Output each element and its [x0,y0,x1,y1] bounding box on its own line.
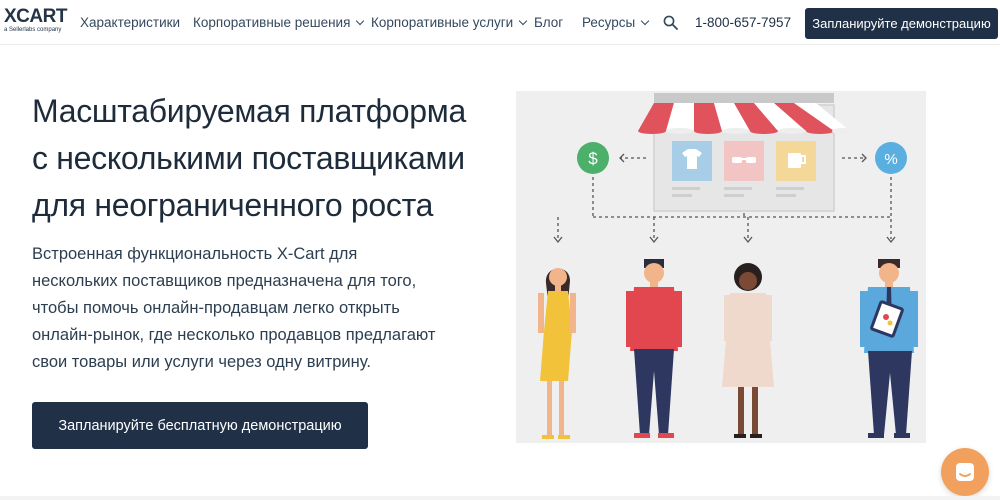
search-icon[interactable] [663,15,678,30]
xcart-logo[interactable]: XCART a Sellerlabs company [4,6,67,38]
hero-description-line: чтобы помочь онлайн-продавцам легко откр… [32,299,400,317]
man-red-sweater-figure [626,259,682,438]
schedule-free-demo-button[interactable]: Запланируйте бесплатную демонстрацию [32,402,368,449]
nav-item-label: Ресурсы [582,15,636,30]
nav-item-blog[interactable]: Блог [534,15,563,30]
hero-description-line: свои товары или услуги через одну витрин… [32,353,371,371]
nav-item-label: Корпоративные услуги [371,15,514,30]
sunglasses-product-icon [724,141,764,181]
chevron-down-icon [356,16,365,26]
logo-subtitle: a Sellerlabs company [4,27,62,33]
chat-icon [956,463,974,481]
nav-item-enterprise-services[interactable]: Корпоративные услуги [371,15,528,30]
page-bottom-divider [0,496,1000,500]
nav-item-label: Характеристики [80,15,181,30]
nav-item-enterprise-solutions[interactable]: Корпоративные решения [193,15,365,30]
hero-description-line: онлайн-рынок, где несколько продавцов пр… [32,326,436,344]
top-navigation-bar: XCART a Sellerlabs company Характеристик… [0,0,1000,45]
svg-text:%: % [884,151,897,168]
phone-number-link[interactable]: 1-800-657-7957 [695,15,791,30]
hero-description: Встроенная функциональность X-Cart для н… [32,241,472,376]
awning-top [654,93,834,103]
nav-item-resources[interactable]: Ресурсы [582,15,650,30]
marketplace-illustration-svg: $ % [538,93,918,439]
hero-title-line: с несколькими поставщиками [32,140,465,176]
schedule-demo-button[interactable]: Запланируйте демонстрацию [805,8,998,39]
nav-item-label: Корпоративные решения [193,15,351,30]
hero-title-line: Масштабируемая платформа [32,93,466,129]
awning-stripes-icon [638,103,852,134]
nav-item-label: Блог [534,15,564,30]
nav-item-features[interactable]: Характеристики [80,15,180,30]
hero-title-line: для неограниченного роста [32,187,434,223]
woman-beige-coat-figure [722,263,774,438]
hero-description-line: нескольких поставщиков предназначена для… [32,272,417,290]
chat-widget-button[interactable] [941,448,989,496]
hero-description-line: Встроенная функциональность X-Cart для [32,245,358,263]
man-with-tablet-figure [860,259,918,438]
chevron-down-icon [518,16,528,26]
woman-yellow-dress-figure [538,268,576,439]
chevron-down-icon [640,16,650,26]
svg-text:$: $ [588,149,598,168]
logo-text: XCART [4,6,67,27]
marketplace-illustration: $ % [516,91,926,443]
hero-title: Масштабируемая платформа с несколькими п… [32,88,482,229]
